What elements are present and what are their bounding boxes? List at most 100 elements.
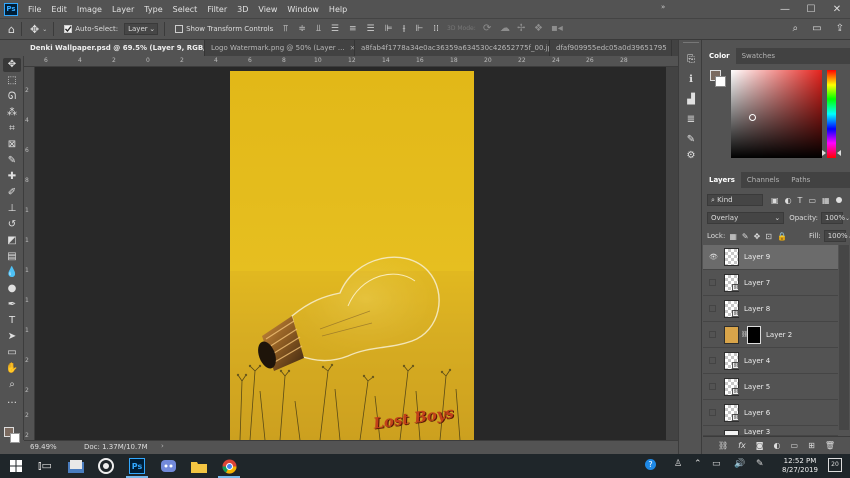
group-icon[interactable]: ▭ <box>791 441 799 450</box>
show-transform-controls-checkbox[interactable] <box>175 25 184 33</box>
eye-icon[interactable]: 👁 <box>709 253 718 261</box>
home-icon[interactable]: ⌂ <box>8 23 15 36</box>
chevron-up-icon[interactable]: ⌃ <box>694 459 702 469</box>
align-top-icon[interactable]: ⫪ <box>283 24 288 34</box>
3d-roll-icon[interactable]: ☁ <box>500 23 510 34</box>
lock-artboard-icon[interactable]: ⊡ <box>765 232 772 241</box>
document-canvas[interactable]: Lost Boys <box>230 71 474 440</box>
more-tools-icon[interactable]: … <box>3 394 21 408</box>
vertical-scrollbar[interactable] <box>666 67 678 440</box>
3d-pan-icon[interactable]: ✢ <box>517 23 525 34</box>
eyedropper-tool-icon[interactable]: ✎ <box>3 154 21 168</box>
system-clock[interactable]: 12:52 PM 8/27/2019 <box>774 457 826 475</box>
close-button[interactable]: ✕ <box>824 0 850 18</box>
healing-brush-icon[interactable]: ✚ <box>3 170 21 184</box>
tab-a8fab4[interactable]: a8fab4f1778a34e0ac36359a634530c42652775f… <box>355 40 550 56</box>
menu-file[interactable]: File <box>24 5 47 14</box>
align-left-icon[interactable]: ⊫ <box>385 24 393 34</box>
blend-mode-select[interactable]: Overlay ⌄ <box>707 212 785 224</box>
layer-row-layer-6[interactable]: ⛓ Layer 6 <box>703 401 838 426</box>
auto-align-icon[interactable]: ⁞⁞ <box>433 24 439 34</box>
fill-input[interactable]: 100% <box>823 230 848 242</box>
brushes-panel-icon[interactable]: ✎ <box>683 134 699 148</box>
opacity-input[interactable]: 100% <box>820 212 845 224</box>
move-tool-icon[interactable]: ✥ <box>30 23 39 36</box>
maximize-button[interactable]: ☐ <box>798 0 824 18</box>
search-icon[interactable]: ⌕ <box>793 23 799 34</box>
history-brush-icon[interactable]: ↺ <box>3 218 21 232</box>
3d-slide-icon[interactable]: ❖ <box>534 23 543 34</box>
brush-tool-icon[interactable]: ✐ <box>3 186 21 200</box>
lock-transparent-icon[interactable]: ▦ <box>729 232 737 241</box>
layer-row-layer-9[interactable]: 👁 Layer 9 <box>703 245 838 270</box>
character-panel-icon[interactable]: ≣ <box>683 114 699 128</box>
share-icon[interactable]: ⇪ <box>836 23 844 34</box>
gradient-tool-icon[interactable]: ▤ <box>3 250 21 264</box>
move-tool-icon[interactable]: ✥ <box>3 58 21 72</box>
tab-channels[interactable]: Channels <box>741 172 785 188</box>
distribute-top-icon[interactable]: ☰ <box>331 24 339 34</box>
status-menu-icon[interactable]: › <box>161 442 164 450</box>
filter-smart-object-icon[interactable]: ▦ <box>822 196 830 205</box>
layer-row-layer-5[interactable]: ⛓ Layer 5 <box>703 375 838 400</box>
people-icon[interactable]: ♙ <box>674 459 682 469</box>
windows-start-icon[interactable] <box>8 458 24 474</box>
visibility-toggle[interactable] <box>709 305 716 312</box>
visibility-toggle[interactable] <box>709 409 716 416</box>
clone-stamp-icon[interactable]: ⊥ <box>3 202 21 216</box>
discord-app-icon[interactable] <box>160 458 176 474</box>
blur-tool-icon[interactable]: 💧 <box>3 266 21 280</box>
tab-color[interactable]: Color <box>703 48 736 64</box>
adjustment-icon[interactable]: ◐ <box>774 441 781 450</box>
new-layer-icon[interactable]: ⊞ <box>808 441 815 450</box>
visibility-toggle[interactable] <box>709 383 716 390</box>
quick-select-tool-icon[interactable]: ⁂ <box>3 106 21 120</box>
distribute-vcenter-icon[interactable]: ≡ <box>349 24 357 34</box>
hue-slider[interactable] <box>827 70 836 158</box>
crop-tool-icon[interactable]: ⌗ <box>3 122 21 136</box>
lock-all-icon[interactable]: 🔒 <box>777 232 787 241</box>
menu-3d[interactable]: 3D <box>233 5 254 14</box>
visibility-toggle[interactable] <box>709 331 716 338</box>
color-picker-cursor[interactable] <box>749 114 756 121</box>
tab-paths[interactable]: Paths <box>785 172 816 188</box>
tool-preset-dropdown-icon[interactable]: ⌄ <box>42 26 47 33</box>
lock-pixels-icon[interactable]: ✎ <box>742 232 749 241</box>
layer-mask-thumbnail[interactable] <box>747 326 761 344</box>
tab-layers[interactable]: Layers <box>703 172 741 188</box>
visibility-toggle[interactable] <box>709 279 716 286</box>
histogram-panel-icon[interactable]: ▟ <box>683 94 699 108</box>
link-icon[interactable]: ⛓ <box>718 441 728 450</box>
filter-shape-icon[interactable]: ▭ <box>808 196 816 205</box>
menu-layer[interactable]: Layer <box>108 5 140 14</box>
auto-select-checkbox[interactable] <box>64 25 73 33</box>
hue-slider-marker[interactable] <box>837 150 841 156</box>
path-selection-icon[interactable]: ➤ <box>3 330 21 344</box>
menu-select[interactable]: Select <box>169 5 204 14</box>
background-color-chip[interactable] <box>715 76 726 87</box>
color-picker-field[interactable] <box>731 70 822 158</box>
volume-icon[interactable]: 🔊 <box>734 459 745 469</box>
filter-type-icon[interactable]: T <box>798 196 803 205</box>
pen-tool-icon[interactable]: ✒ <box>3 298 21 312</box>
layer-row-layer-4[interactable]: ⛓ Layer 4 <box>703 349 838 374</box>
layers-scrollbar[interactable] <box>839 245 849 430</box>
filter-toggle-icon[interactable] <box>835 197 842 203</box>
hand-tool-icon[interactable]: ✋ <box>3 362 21 376</box>
dodge-tool-icon[interactable]: ● <box>3 282 21 296</box>
zoom-tool-icon[interactable]: ⌕ <box>3 378 21 392</box>
align-bottom-icon[interactable]: ⫫ <box>316 24 321 34</box>
chevron-down-icon[interactable]: ⌄ <box>845 215 850 222</box>
mask-icon[interactable]: ◙ <box>756 441 764 450</box>
layer-row-layer-8[interactable]: ⛓ Layer 8 <box>703 297 838 322</box>
layer-kind-filter[interactable]: ⌕ Kind <box>707 194 763 206</box>
menu-filter[interactable]: Filter <box>203 5 233 14</box>
align-hcenter-icon[interactable]: ⫲ <box>402 24 405 34</box>
visibility-toggle[interactable] <box>709 357 716 364</box>
3d-scale-icon[interactable]: ▪◂ <box>551 23 563 34</box>
help-icon[interactable]: ? <box>645 459 656 470</box>
trash-icon[interactable]: 🗑 <box>825 441 835 450</box>
chrome-app-icon[interactable] <box>221 458 237 474</box>
lasso-tool-icon[interactable]: ᘏ <box>3 90 21 104</box>
fx-icon[interactable]: fx <box>738 441 746 450</box>
